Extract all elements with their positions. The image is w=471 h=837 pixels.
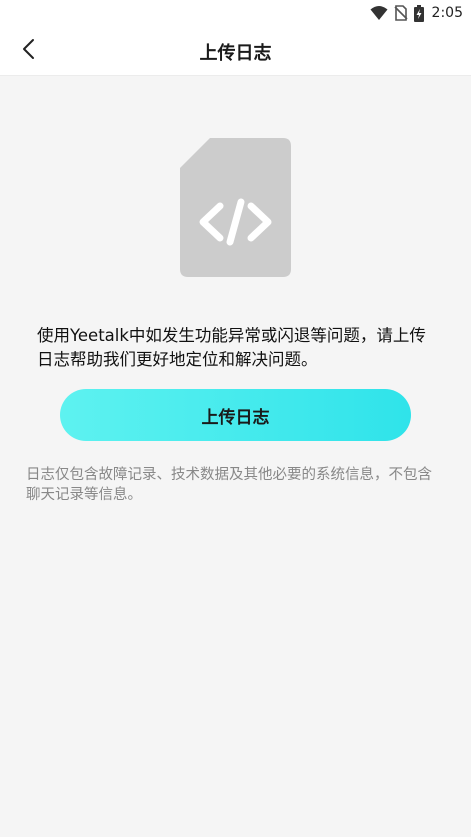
header: 上传日志 bbox=[0, 26, 471, 76]
page-title: 上传日志 bbox=[199, 43, 272, 64]
status-time: 2:05 bbox=[431, 5, 463, 21]
no-sim-icon bbox=[393, 5, 408, 21]
description-text: 使用Yeetalk中如发生功能异常或闪退等问题，请上传日志帮助我们更好地定位和解… bbox=[37, 326, 426, 369]
wifi-icon bbox=[370, 5, 388, 21]
status-icons: 2:05 bbox=[370, 3, 463, 23]
status-bar: 2:05 bbox=[0, 0, 471, 26]
code-document-icon bbox=[180, 138, 291, 277]
privacy-note: 日志仅包含故障记录、技术数据及其他必要的系统信息，不包含聊天记录等信息。 bbox=[26, 467, 432, 503]
upload-log-button-label: 上传日志 bbox=[201, 407, 270, 428]
battery-charging-icon bbox=[413, 4, 424, 22]
upload-log-button[interactable]: 上传日志 bbox=[60, 389, 411, 441]
